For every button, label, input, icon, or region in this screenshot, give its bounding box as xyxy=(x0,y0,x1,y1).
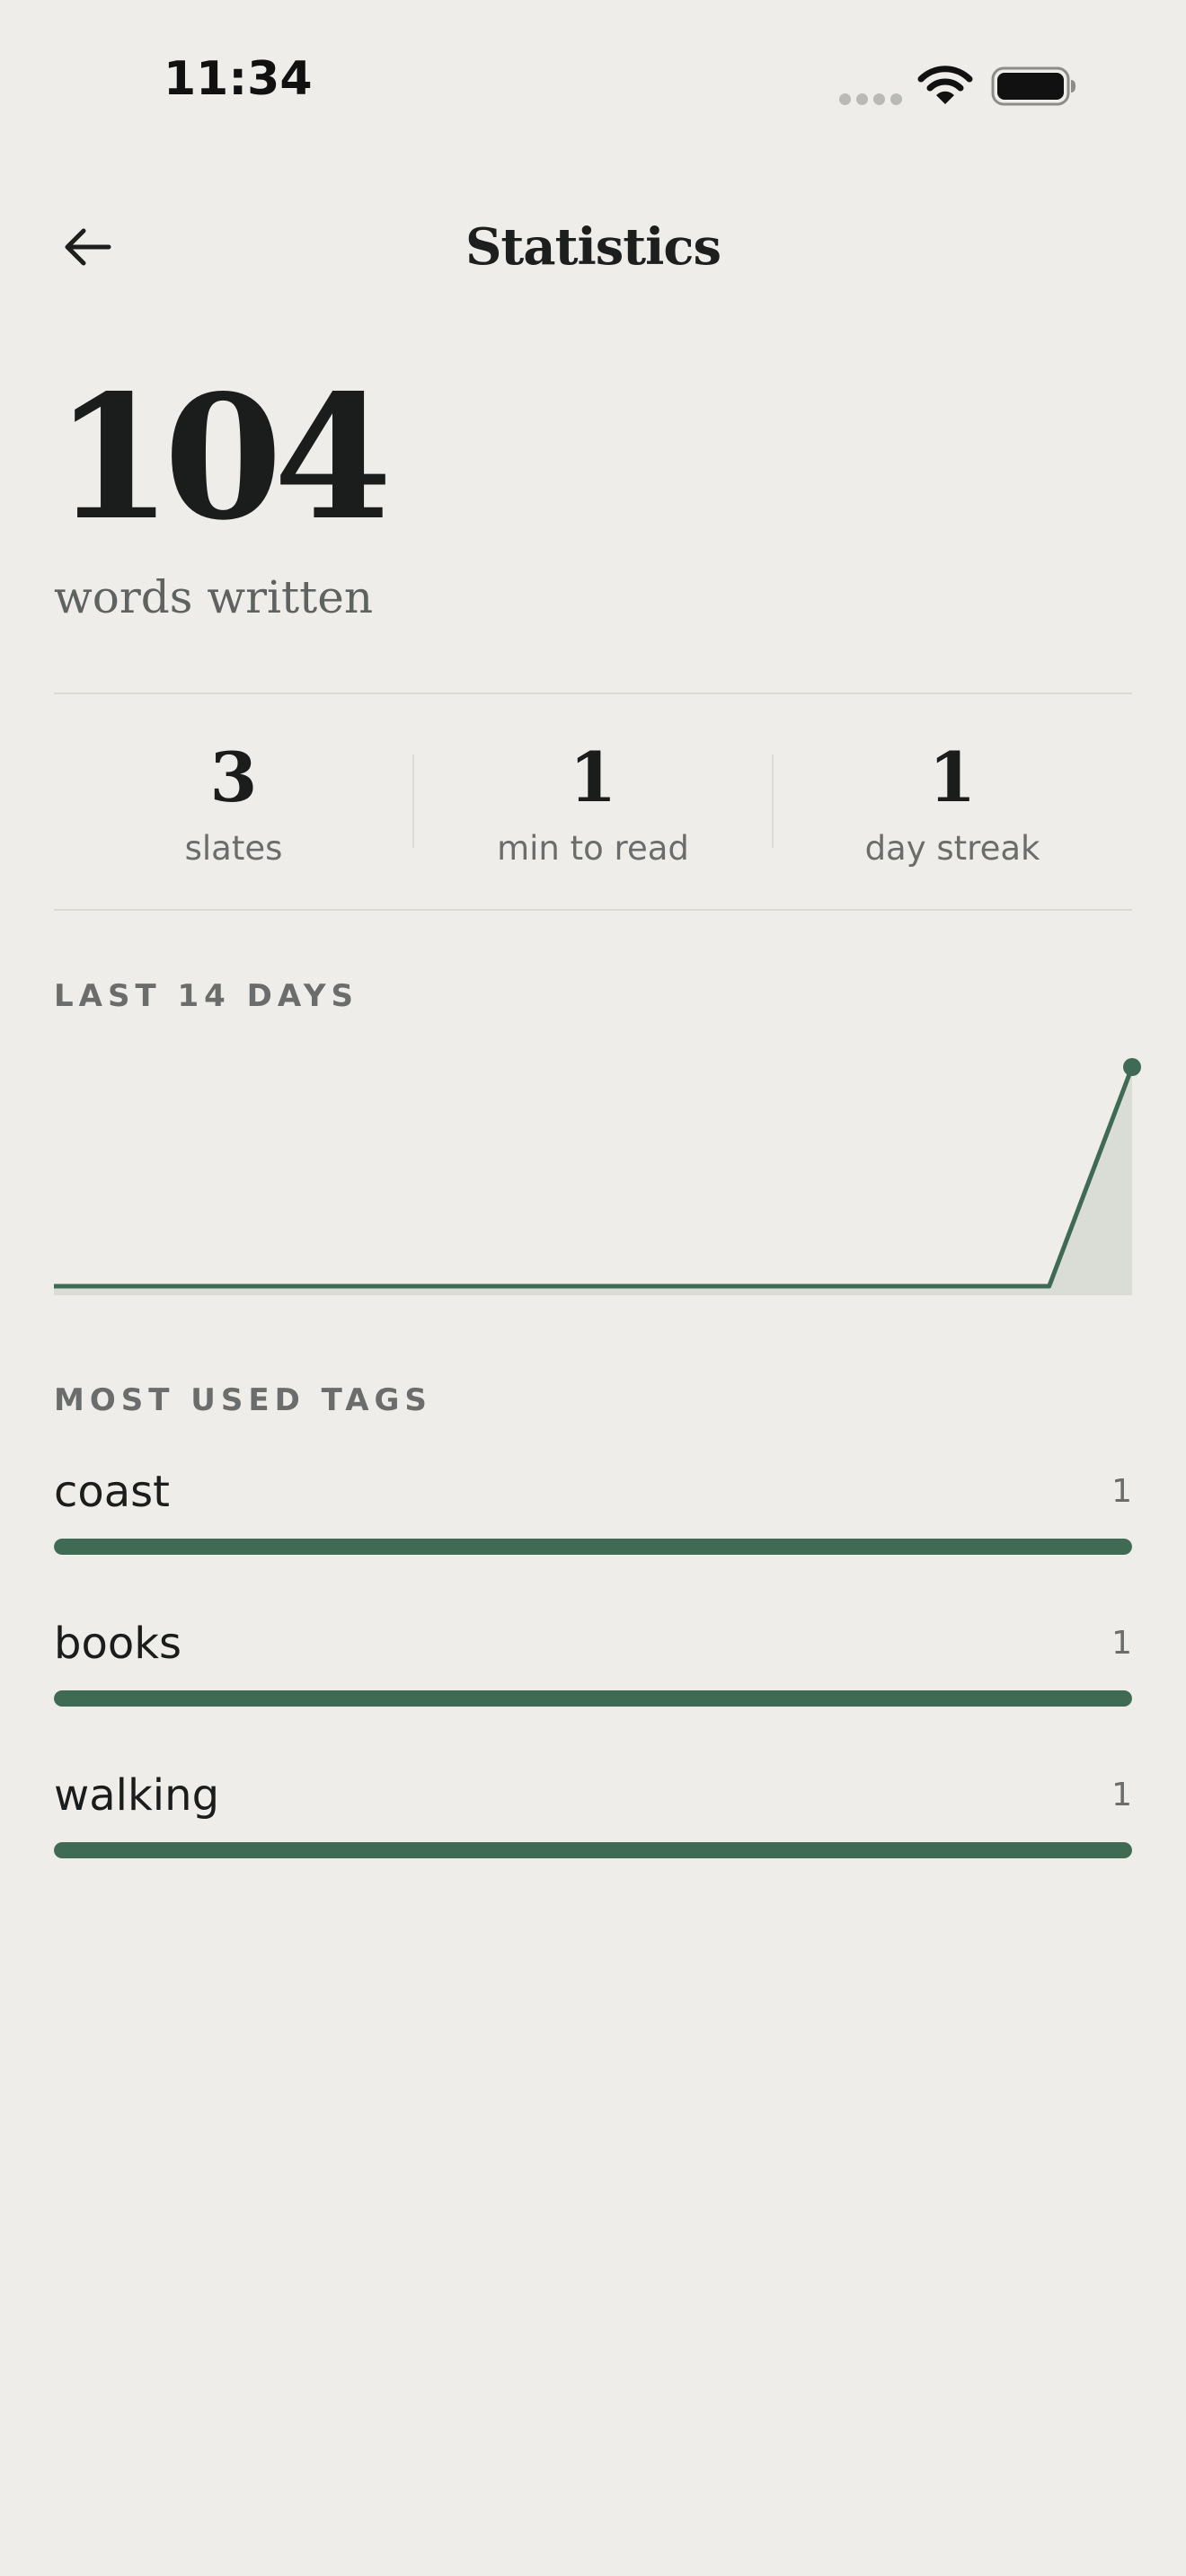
stat-slates: 3 slates xyxy=(54,737,413,868)
stat-label: slates xyxy=(184,829,283,868)
tags-section-label: MOST USED TAGS xyxy=(54,1382,432,1418)
tag-bar xyxy=(54,1690,1132,1707)
back-button[interactable] xyxy=(47,211,128,283)
tag-count: 1 xyxy=(1111,1473,1132,1510)
tag-row-books[interactable]: books 1 xyxy=(54,1622,1132,1721)
stat-label: min to read xyxy=(497,829,689,868)
tag-bar-fill xyxy=(54,1842,1132,1858)
words-written-label: words written xyxy=(54,571,374,623)
stat-value: 1 xyxy=(569,737,617,817)
arrow-left-icon xyxy=(65,228,111,266)
wifi-icon xyxy=(917,65,973,106)
tag-name: walking xyxy=(54,1770,220,1821)
stat-label: day streak xyxy=(864,829,1040,868)
page-title: Statistics xyxy=(465,217,721,277)
tag-count: 1 xyxy=(1111,1777,1132,1813)
battery-icon xyxy=(991,66,1077,107)
divider xyxy=(54,909,1132,911)
tag-bar-fill xyxy=(54,1690,1132,1707)
tag-row-coast[interactable]: coast 1 xyxy=(54,1470,1132,1569)
chart-series-line xyxy=(54,1066,1135,1289)
activity-chart xyxy=(54,1058,1141,1295)
stat-value: 3 xyxy=(209,737,258,817)
words-written-value: 104 xyxy=(54,357,393,558)
status-time: 11:34 xyxy=(164,52,313,106)
tag-name: books xyxy=(54,1619,182,1669)
tag-row-walking[interactable]: walking 1 xyxy=(54,1774,1132,1873)
tag-bar xyxy=(54,1842,1132,1858)
stat-read-time: 1 min to read xyxy=(413,737,773,868)
activity-section-label: LAST 14 DAYS xyxy=(54,978,359,1014)
divider xyxy=(54,693,1132,694)
tag-bar-fill xyxy=(54,1539,1132,1555)
chart-point-latest xyxy=(1123,1058,1141,1076)
stat-value: 1 xyxy=(928,737,977,817)
stat-streak: 1 day streak xyxy=(773,737,1132,868)
tag-bar xyxy=(54,1539,1132,1555)
chart-area-fill xyxy=(54,1067,1132,1295)
cellular-signal-icon xyxy=(839,93,902,106)
tag-count: 1 xyxy=(1111,1625,1132,1662)
tag-name: coast xyxy=(54,1467,170,1517)
